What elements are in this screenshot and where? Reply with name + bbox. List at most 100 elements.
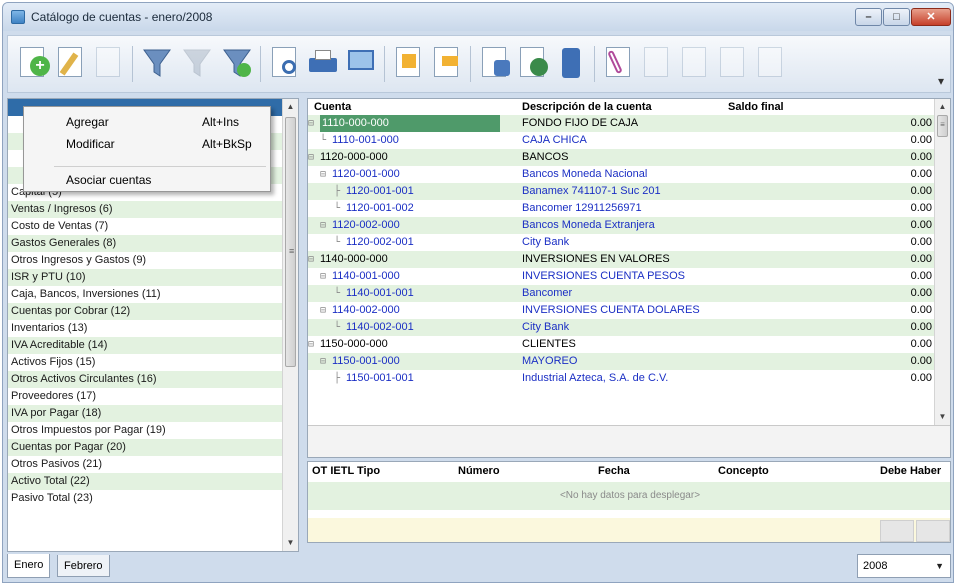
scroll-thumb[interactable]: ≡	[285, 117, 296, 367]
list-item[interactable]: Otros Ingresos y Gastos (9)	[8, 252, 284, 269]
table-row[interactable]: └ 1120-002-001 City Bank 0.00	[308, 234, 936, 251]
table-row[interactable]: ⊟ 1110-000-000 FONDO FIJO DE CAJA 0.00	[308, 115, 936, 132]
grid-scrollbar[interactable]: ▲ ≡ ▼	[934, 99, 950, 425]
list-item[interactable]: IVA Acreditable (14)	[8, 337, 284, 354]
list-item[interactable]: Caja, Bancos, Inversiones (11)	[8, 286, 284, 303]
description-cell: Bancos Moneda Nacional	[522, 168, 648, 180]
table-row[interactable]: ⊟ 1140-001-000 INVERSIONES CUENTA PESOS 0.0…	[308, 268, 936, 285]
list-item[interactable]: Otros Impuestos por Pagar (19)	[8, 422, 284, 439]
scroll-thumb[interactable]: ≡	[937, 115, 948, 137]
maximize-button[interactable]: □	[883, 8, 910, 26]
description-cell: Bancomer 12911256971	[522, 202, 642, 214]
tab-febrero[interactable]: Febrero	[57, 555, 110, 577]
year-select[interactable]: 2008 ▼	[857, 554, 951, 578]
device-button[interactable]	[554, 44, 588, 82]
table-row[interactable]: ⊟ 1120-000-000 BANCOS 0.00	[308, 149, 936, 166]
scroll-down-icon[interactable]: ▼	[935, 409, 950, 425]
tree-connector-icon[interactable]: ⊟	[320, 166, 326, 183]
clear-filter-button[interactable]	[220, 44, 254, 82]
print-preview-button[interactable]	[268, 44, 302, 82]
table-row[interactable]: ⊟ 1140-000-000 INVERSIONES EN VALORES 0.00	[308, 251, 936, 268]
connect-button[interactable]	[516, 44, 550, 82]
table-row[interactable]: ⊟ 1120-001-000 Bancos Moneda Nacional 0.00	[308, 166, 936, 183]
import-button[interactable]	[430, 44, 464, 82]
toolbar-overflow-icon[interactable]: ▾	[938, 74, 944, 88]
attach-button[interactable]	[602, 44, 636, 82]
toolbar-separator	[384, 46, 385, 82]
list-item[interactable]: Cuentas por Pagar (20)	[8, 439, 284, 456]
tree-connector-icon: ├	[334, 186, 341, 197]
column-header-account[interactable]: Cuenta	[314, 101, 351, 113]
table-row[interactable]: └ 1120-001-002 Bancomer 12911256971 0.00	[308, 200, 936, 217]
description-cell: INVERSIONES EN VALORES	[522, 253, 670, 265]
menu-item-agregar[interactable]: Agregar Alt+Ins	[24, 111, 270, 133]
tree-connector-icon[interactable]: ⊟	[308, 149, 314, 166]
table-row[interactable]: ⊟ 1150-001-000 MAYOREO 0.00	[308, 353, 936, 370]
list-item[interactable]: Inventarios (13)	[8, 320, 284, 337]
list-item[interactable]: Gastos Generales (8)	[8, 235, 284, 252]
movements-grid[interactable]: OT IETL Tipo Número Fecha Concepto Debe …	[307, 461, 951, 543]
list-item[interactable]: Ventas / Ingresos (6)	[8, 201, 284, 218]
list-item[interactable]: Activo Total (22)	[8, 473, 284, 490]
table-row[interactable]: └ 1140-001-001 Bancomer 0.00	[308, 285, 936, 302]
minimize-button[interactable]: –	[855, 8, 882, 26]
column-header-date[interactable]: Fecha	[598, 465, 630, 477]
list-item[interactable]: Activos Fijos (15)	[8, 354, 284, 371]
account-cell: 1140-002-000	[332, 304, 400, 316]
copy-button[interactable]	[478, 44, 512, 82]
table-row[interactable]: ⊟ 1150-000-000 CLIENTES 0.00	[308, 336, 936, 353]
column-header-number[interactable]: Número	[458, 465, 500, 477]
column-header-description[interactable]: Descripción de la cuenta	[522, 101, 652, 113]
column-header-balance[interactable]: Saldo final	[728, 101, 784, 113]
table-row[interactable]: ⊟ 1140-002-000 INVERSIONES CUENTA DOLARES 0…	[308, 302, 936, 319]
list-item[interactable]: ISR y PTU (10)	[8, 269, 284, 286]
print-button[interactable]	[306, 44, 340, 82]
list-item[interactable]: Cuentas por Cobrar (12)	[8, 303, 284, 320]
disabled-toolbar-button[interactable]	[92, 44, 126, 82]
table-row[interactable]: ⊟ 1120-002-000 Bancos Moneda Extranjera 0.0…	[308, 217, 936, 234]
tree-connector-icon[interactable]: ⊟	[308, 336, 314, 353]
table-row[interactable]: └ 1110-001-000 CAJA CHICA 0.00	[308, 132, 936, 149]
column-header-concept[interactable]: Concepto	[718, 465, 769, 477]
tree-connector-icon[interactable]: ⊟	[308, 115, 314, 132]
tree-connector-icon[interactable]: ⊟	[320, 302, 326, 319]
list-item[interactable]: Otros Activos Circulantes (16)	[8, 371, 284, 388]
list-item[interactable]: Otros Pasivos (21)	[8, 456, 284, 473]
tree-connector-icon[interactable]: ⊟	[320, 268, 326, 285]
filter-button[interactable]	[140, 44, 174, 82]
title-bar[interactable]: Catálogo de cuentas - enero/2008 – □ ✕	[3, 3, 953, 31]
column-header-type[interactable]: OT IETL Tipo	[312, 465, 380, 477]
table-row[interactable]: ├ 1120-001-001 Banamex 741107-1 Suc 201 0.0…	[308, 183, 936, 200]
filter-disabled-button[interactable]	[180, 44, 214, 82]
menu-item-modificar[interactable]: Modificar Alt+BkSp	[24, 133, 270, 155]
list-item[interactable]: Pasivo Total (23)	[8, 490, 284, 507]
scroll-up-icon[interactable]: ▲	[935, 99, 950, 115]
add-account-button[interactable]: +	[16, 44, 50, 82]
table-row[interactable]: ├ 1150-001-001 Industrial Azteca, S.A. de …	[308, 370, 936, 387]
tab-enero[interactable]: Enero	[7, 554, 51, 578]
screen-report-button[interactable]	[344, 44, 378, 82]
list-item[interactable]: Costo de Ventas (7)	[8, 218, 284, 235]
account-grid[interactable]: Cuenta Descripción de la cuenta Saldo fi…	[307, 98, 951, 458]
disabled-toolbar-button[interactable]	[640, 44, 674, 82]
disabled-toolbar-button[interactable]	[678, 44, 712, 82]
menu-item-asociar-cuentas[interactable]: Asociar cuentas	[24, 169, 270, 191]
list-item[interactable]: IVA por Pagar (18)	[8, 405, 284, 422]
disabled-toolbar-button[interactable]	[754, 44, 788, 82]
tree-connector-icon[interactable]: ⊟	[320, 217, 326, 234]
export-button[interactable]	[392, 44, 426, 82]
edit-account-button[interactable]	[54, 44, 88, 82]
scroll-down-icon[interactable]: ▼	[283, 535, 298, 551]
list-item[interactable]: Proveedores (17)	[8, 388, 284, 405]
tree-connector-icon[interactable]: ⊟	[320, 353, 326, 370]
scroll-up-icon[interactable]: ▲	[283, 99, 298, 115]
left-scrollbar[interactable]: ▲ ≡ ▼	[282, 99, 298, 551]
tree-connector-icon[interactable]: ⊟	[308, 251, 314, 268]
column-header-debit-credit[interactable]: Debe Haber	[880, 465, 941, 477]
table-row[interactable]: └ 1140-002-001 City Bank 0.00	[308, 319, 936, 336]
account-cell: 1150-001-001	[346, 372, 414, 384]
disabled-toolbar-button[interactable]	[716, 44, 750, 82]
account-cell: 1120-000-000	[320, 151, 388, 163]
description-cell: INVERSIONES CUENTA PESOS	[522, 270, 686, 282]
close-button[interactable]: ✕	[911, 8, 951, 26]
